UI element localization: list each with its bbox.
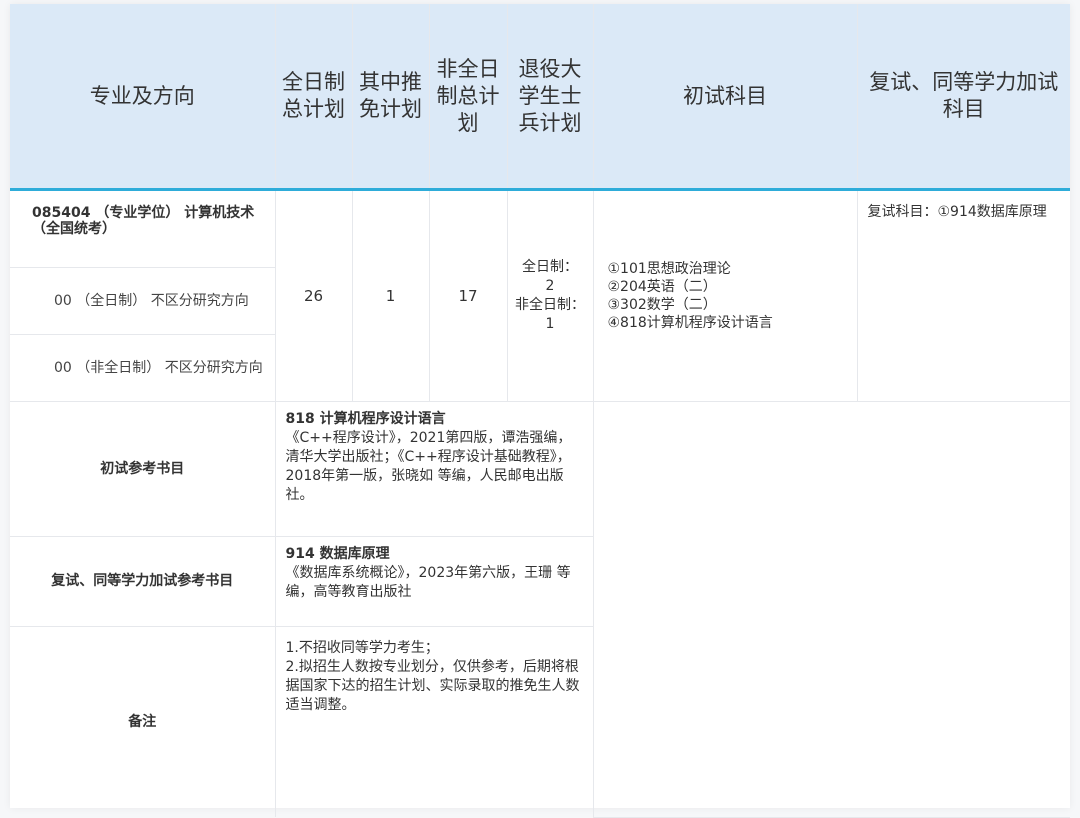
admissions-card: 专业及方向 全日制总计划 其中推免计划 非全日制总计划 退役大学生士兵计划 初试… xyxy=(10,4,1070,818)
header-exam-subjects: 初试科目 xyxy=(592,4,858,191)
header-fulltime-plan: 全日制总计划 xyxy=(274,4,353,191)
program-title: 085404 （专业学位） 计算机技术（全国统考） xyxy=(10,189,276,268)
blank-area xyxy=(592,401,1070,818)
exam-refs-label: 初试参考书目 xyxy=(10,401,276,537)
exam-subject-item: ①101思想政治理论 xyxy=(607,261,731,277)
note-item: 2.拟招生人数按专业划分，仅供参考，后期将根据国家下达的招生计划、实际录取的推免… xyxy=(285,659,580,713)
retest-refs-label: 复试、同等学力加试参考书目 xyxy=(10,536,276,627)
header-parttime-plan: 非全日制总计划 xyxy=(428,4,508,191)
notes: 1.不招收同等学力考生； 2.拟招生人数按专业划分，仅供参考，后期将根据国家下达… xyxy=(274,626,593,817)
direction-parttime: 00 （非全日制） 不区分研究方向 xyxy=(10,334,275,402)
exam-refs-text: 《C++程序设计》，2021第四版，谭浩强编，清华大学出版社；《C++程序设计基… xyxy=(285,430,572,503)
header-exempt-plan: 其中推免计划 xyxy=(351,4,430,191)
retest-refs: 914 数据库原理 《数据库系统概论》，2023年第六版，王珊 等编，高等教育出… xyxy=(274,536,593,627)
admissions-table: 专业及方向 全日制总计划 其中推免计划 非全日制总计划 退役大学生士兵计划 初试… xyxy=(10,4,1070,818)
veteran-line: 全日制： xyxy=(522,259,578,275)
table-row: 085404 （专业学位） 计算机技术（全国统考） 26 1 17 全日制： 2… xyxy=(10,189,1070,402)
exam-subject-item: ②204英语（二） xyxy=(607,279,717,295)
veteran-line: 非全日制：1 xyxy=(515,297,585,332)
retest-refs-text: 《数据库系统概论》，2023年第六版，王珊 等编，高等教育出版社 xyxy=(285,565,571,600)
notes-label: 备注 xyxy=(10,626,276,817)
exam-refs-title: 818 计算机程序设计语言 xyxy=(285,411,446,427)
exam-subject-item: ④818计算机程序设计语言 xyxy=(607,315,773,331)
veteran-line: 2 xyxy=(545,278,555,294)
exam-refs: 818 计算机程序设计语言 《C++程序设计》，2021第四版，谭浩强编，清华大… xyxy=(274,401,594,537)
exam-subject-item: ③302数学（二） xyxy=(607,297,717,313)
exam-subjects: ①101思想政治理论 ②204英语（二） ③302数学（二） ④818计算机程序… xyxy=(592,189,858,402)
table-header-row: 专业及方向 全日制总计划 其中推免计划 非全日制总计划 退役大学生士兵计划 初试… xyxy=(10,4,1070,191)
direction-fulltime: 00 （全日制） 不区分研究方向 xyxy=(10,267,275,335)
retest-subjects: 复试科目：①914数据库原理 xyxy=(856,189,1070,402)
retest-refs-title: 914 数据库原理 xyxy=(285,546,390,562)
table-row: 初试参考书目 818 计算机程序设计语言 《C++程序设计》，2021第四版，谭… xyxy=(10,401,1070,818)
parttime-total: 17 xyxy=(428,189,508,402)
header-major: 专业及方向 xyxy=(10,4,276,191)
exempt-count: 1 xyxy=(351,189,430,402)
note-item: 1.不招收同等学力考生； xyxy=(285,640,439,656)
fulltime-total: 26 xyxy=(274,189,353,402)
veteran-plan: 全日制： 2 非全日制：1 xyxy=(506,189,594,402)
header-veteran-plan: 退役大学生士兵计划 xyxy=(506,4,594,191)
header-retest-subjects: 复试、同等学力加试科目 xyxy=(856,4,1070,191)
